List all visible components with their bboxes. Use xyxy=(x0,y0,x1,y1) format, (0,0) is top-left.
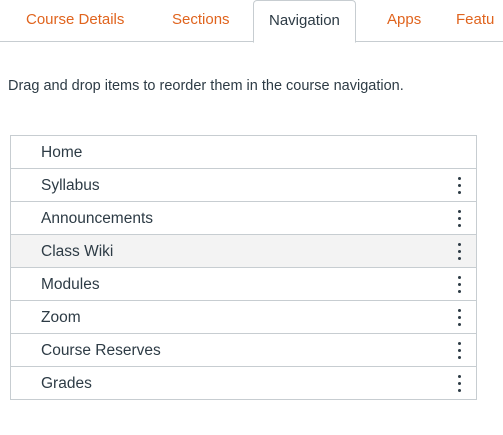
nav-item-label: Syllabus xyxy=(41,177,100,194)
tab-apps[interactable]: Apps xyxy=(387,0,421,42)
nav-item-label: Modules xyxy=(41,276,100,293)
nav-item-course-reserves[interactable]: Course Reserves xyxy=(11,334,476,367)
tab-features[interactable]: Featu xyxy=(456,0,494,42)
kebab-menu-icon[interactable] xyxy=(456,276,462,293)
kebab-menu-icon[interactable] xyxy=(456,309,462,326)
nav-item-label: Zoom xyxy=(41,309,81,326)
nav-item-label: Grades xyxy=(41,375,92,392)
kebab-menu-icon[interactable] xyxy=(456,177,462,194)
tab-course-details[interactable]: Course Details xyxy=(26,0,124,42)
course-navigation-list: Home Syllabus Announcements Class Wiki M… xyxy=(10,135,477,400)
nav-item-class-wiki[interactable]: Class Wiki xyxy=(11,235,476,268)
nav-item-label: Class Wiki xyxy=(41,243,114,260)
nav-item-label: Announcements xyxy=(41,210,154,227)
settings-tabs: Course Details Sections Navigation Apps … xyxy=(0,0,503,43)
kebab-menu-icon[interactable] xyxy=(456,375,462,392)
tab-navigation[interactable]: Navigation xyxy=(253,0,356,43)
nav-item-home[interactable]: Home xyxy=(11,136,476,169)
nav-item-label: Course Reserves xyxy=(41,342,161,359)
nav-item-grades[interactable]: Grades xyxy=(11,367,476,400)
nav-item-zoom[interactable]: Zoom xyxy=(11,301,476,334)
kebab-menu-icon[interactable] xyxy=(456,342,462,359)
kebab-menu-icon[interactable] xyxy=(456,243,462,260)
tab-sections[interactable]: Sections xyxy=(172,0,230,42)
nav-item-modules[interactable]: Modules xyxy=(11,268,476,301)
nav-item-syllabus[interactable]: Syllabus xyxy=(11,169,476,202)
kebab-menu-icon[interactable] xyxy=(456,210,462,227)
navigation-instructions: Drag and drop items to reorder them in t… xyxy=(8,78,404,94)
nav-item-label: Home xyxy=(41,144,83,161)
nav-item-announcements[interactable]: Announcements xyxy=(11,202,476,235)
